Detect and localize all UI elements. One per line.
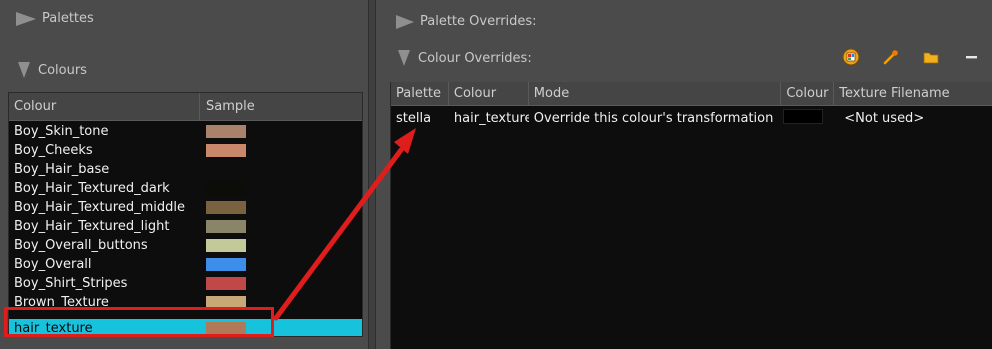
annotation-arrow <box>273 128 416 321</box>
